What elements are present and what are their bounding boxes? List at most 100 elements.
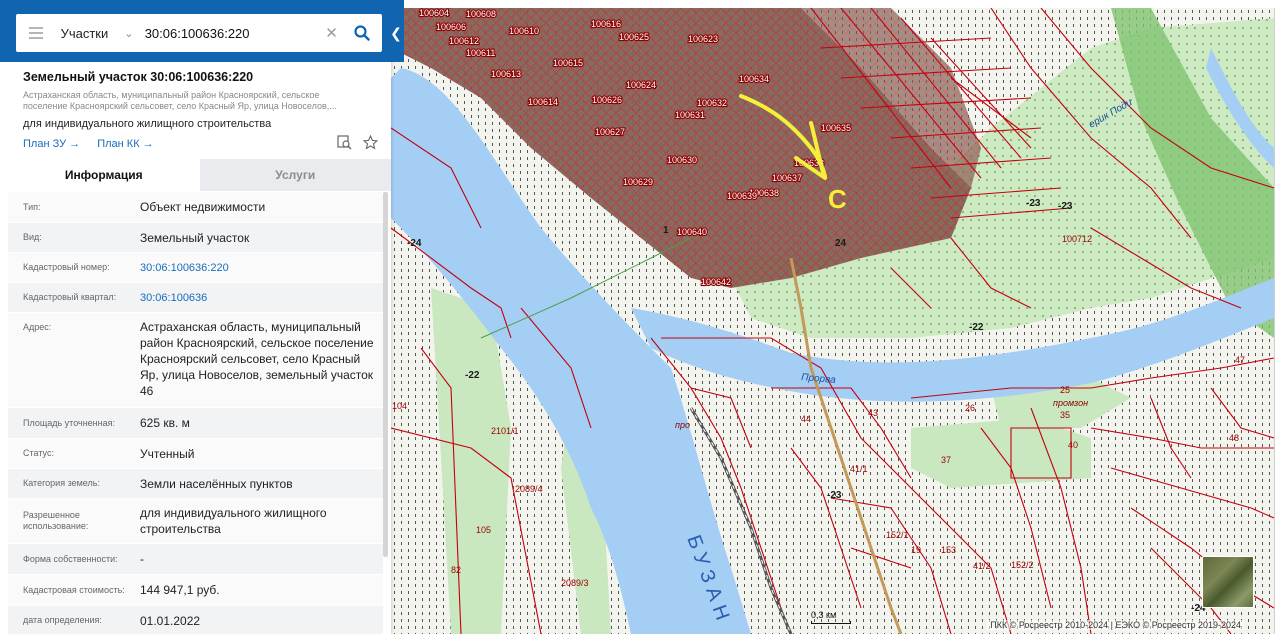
info-key: Площадь уточненная: bbox=[23, 417, 115, 428]
parcel-number: -22 bbox=[465, 370, 480, 381]
close-icon[interactable]: ✕ bbox=[321, 24, 343, 42]
quarter-label: 100612 bbox=[449, 36, 479, 46]
tab-services[interactable]: Услуги bbox=[199, 159, 391, 191]
parcel-number: 25 bbox=[1060, 385, 1070, 395]
info-row-kind: Вид: Земельный участок bbox=[8, 223, 383, 253]
quarter-label: 100610 bbox=[509, 26, 539, 36]
info-key: Адрес: bbox=[23, 322, 52, 332]
info-row-ownership: Форма собственности: - bbox=[8, 544, 383, 575]
info-key: Кадастровая стоимость: bbox=[23, 584, 125, 595]
quarter-label: 100631 bbox=[675, 110, 705, 120]
search-bar: Участки ⌄ ✕ ❮ bbox=[0, 0, 404, 62]
search-type-select[interactable]: Участки bbox=[56, 26, 119, 41]
chevron-down-icon[interactable]: ⌄ bbox=[119, 27, 139, 40]
info-value: - bbox=[140, 552, 144, 566]
quarter-label: 100611 bbox=[466, 48, 495, 58]
quarter-label: 100604 bbox=[419, 8, 449, 18]
quarter-label: 100637 bbox=[772, 173, 802, 183]
info-row-type: Тип: Объект недвижимости bbox=[8, 192, 383, 223]
parcel-number: 82 bbox=[451, 565, 461, 575]
search-button[interactable] bbox=[342, 14, 382, 52]
parcel-number: 24 bbox=[835, 238, 847, 249]
cadastral-map[interactable]: 100604 100608 100606 100612 100610 10061… bbox=[391, 8, 1274, 634]
parcel-number: 1 bbox=[663, 225, 669, 236]
quarter-label: 100608 bbox=[466, 9, 496, 19]
parcel-number: 44 bbox=[801, 414, 811, 424]
info-value: 01.01.2022 bbox=[140, 613, 201, 628]
quarter-label: 100632 bbox=[697, 98, 727, 108]
quarter-label: 100627 bbox=[595, 127, 625, 137]
info-row-area: Площадь уточненная: 625 кв. м bbox=[8, 408, 383, 439]
plot-title: Земельный участок 30:06:100636:220 bbox=[23, 70, 254, 84]
quarter-label: 100606 bbox=[436, 22, 466, 32]
plan-zu-link[interactable]: План ЗУ → bbox=[23, 138, 80, 150]
quarter-label: 100624 bbox=[626, 80, 656, 90]
info-key: Форма собственности: bbox=[23, 553, 118, 564]
quarter-label: 100625 bbox=[619, 32, 649, 42]
action-icons bbox=[336, 134, 378, 150]
parcel-number: -23 bbox=[827, 490, 842, 501]
plan-kk-link[interactable]: План КК → bbox=[97, 138, 153, 150]
parcel-number: 2089/4 bbox=[515, 484, 543, 494]
info-key: Кадастровый квартал: bbox=[23, 292, 117, 302]
plot-permitted-use: для индивидуального жилищного строительс… bbox=[23, 118, 272, 130]
chevron-left-icon[interactable]: ❮ bbox=[388, 18, 404, 48]
parcel-number: 2089/3 bbox=[561, 578, 589, 588]
parcel-number: 43 bbox=[868, 408, 878, 418]
parcel-number: 41/1 bbox=[850, 464, 868, 474]
quarter-label: 100639 bbox=[727, 191, 757, 201]
search-input[interactable] bbox=[138, 18, 321, 48]
info-value: Земли населённых пунктов bbox=[140, 476, 293, 491]
annotation-mark: C bbox=[828, 184, 847, 214]
quarter-label: 100629 bbox=[623, 177, 653, 187]
quarter-label: 100623 bbox=[688, 34, 718, 44]
parcel-number: -22 bbox=[969, 322, 984, 333]
quarter-label: 100614 bbox=[528, 97, 558, 107]
quarter-label: 100712 bbox=[1062, 234, 1092, 244]
info-row-cadastral-number: Кадастровый номер: 30:06:100636:220 bbox=[8, 253, 383, 283]
info-value: Учтенный bbox=[140, 446, 195, 461]
parcel-number: 47 bbox=[1235, 355, 1245, 365]
search-icon bbox=[354, 25, 370, 41]
tab-information[interactable]: Информация bbox=[8, 159, 200, 191]
menu-icon[interactable] bbox=[16, 14, 56, 52]
info-panel: Участки ⌄ ✕ ❮ Земельный участок 30:06:10… bbox=[0, 0, 404, 634]
quarter-label: 100626 bbox=[592, 95, 622, 105]
info-key: Статус: bbox=[23, 448, 54, 458]
quarter-label: 100616 bbox=[591, 19, 621, 29]
star-icon[interactable] bbox=[362, 134, 378, 150]
place-label: промзон bbox=[1053, 398, 1088, 408]
quarter-label: 100615 bbox=[553, 58, 583, 68]
plot-address: Астраханская область, муниципальный райо… bbox=[23, 90, 337, 111]
parcel-number: 26 bbox=[965, 403, 975, 413]
cadastral-quarter-link[interactable]: 30:06:100636 bbox=[140, 290, 383, 306]
info-key: Тип: bbox=[23, 201, 41, 212]
scale-text: 0,3 км bbox=[811, 610, 837, 620]
tabs: Информация Услуги bbox=[8, 159, 391, 191]
plan-links: План ЗУ → План КК → bbox=[23, 138, 168, 150]
parcel-number: 2101/1 bbox=[491, 426, 519, 436]
info-value: Земельный участок bbox=[140, 230, 250, 245]
parcel-number: 105 bbox=[476, 525, 491, 535]
basemap-switcher[interactable] bbox=[1202, 556, 1254, 608]
info-value: Объект недвижимости bbox=[140, 200, 266, 214]
info-row-cadastral-value: Кадастровая стоимость: 144 947,1 руб. bbox=[8, 575, 383, 606]
info-value: 144 947,1 руб. bbox=[140, 583, 220, 597]
parcel-number: 48 bbox=[1229, 433, 1239, 443]
info-key: Кадастровый номер: bbox=[23, 262, 110, 272]
info-row-cadastral-quarter: Кадастровый квартал: 30:06:100636 bbox=[8, 283, 383, 313]
quarter-label: 100640 bbox=[677, 227, 707, 237]
map-scale: 0,3 км bbox=[811, 610, 851, 624]
parcel-number: -23 bbox=[1058, 201, 1073, 212]
info-row-permitted-use: Разрешенное использование: для индивидуа… bbox=[8, 499, 383, 544]
panel-scrollbar[interactable] bbox=[383, 192, 388, 557]
cadastral-number-link[interactable]: 30:06:100636:220 bbox=[140, 260, 383, 276]
search-box: Участки ⌄ ✕ bbox=[16, 14, 382, 52]
info-row-address: Адрес: Астраханская область, муниципальн… bbox=[8, 313, 383, 408]
info-value: для индивидуального жилищного строительс… bbox=[140, 506, 327, 536]
zoom-to-icon[interactable] bbox=[336, 134, 352, 150]
info-value: Астраханская область, муниципальный райо… bbox=[140, 320, 374, 398]
info-key: Разрешенное использование: bbox=[23, 510, 89, 531]
parcel-number: -24 bbox=[407, 238, 422, 249]
place-label: про bbox=[675, 420, 690, 430]
